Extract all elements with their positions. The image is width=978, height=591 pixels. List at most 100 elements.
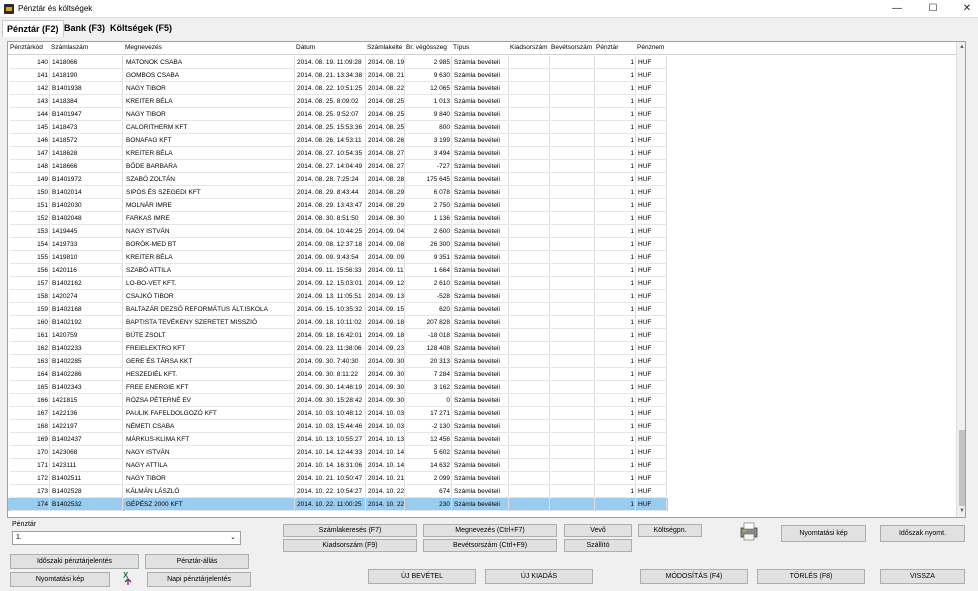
table-row[interactable]: 144 B1401947 NAGY TIBOR 2014. 08. 25. 9:52:…	[8, 108, 668, 121]
column-header[interactable]: Számlakelte	[367, 44, 405, 51]
cell-type: Számla bevételi	[453, 95, 509, 108]
cash-balance-button[interactable]: Pénztár-állás	[145, 554, 249, 569]
cell-expense-number	[510, 199, 550, 212]
column-header[interactable]: Bevétsorszám	[551, 44, 595, 51]
cell-expense-number	[510, 342, 550, 355]
cell-name: HESZEDIÉL KFT.	[125, 368, 295, 381]
cell-gross-total: -528	[406, 290, 452, 303]
table-row[interactable]: 173 B1402528 KÁLMÁN LÁSZLÓ 2014. 10. 22. 10…	[8, 485, 668, 498]
table-row[interactable]: 161 1420759 BÜTE ZSOLT 2014. 09. 18. 16:42:…	[8, 329, 668, 342]
cell-date: 2014. 09. 18. 10:11:02	[296, 316, 366, 329]
customer-button[interactable]: Vevő	[564, 524, 632, 537]
table-row[interactable]: 147 1418628 KREITER BÉLA 2014. 08. 27. 10:5…	[8, 147, 668, 160]
table-row[interactable]: 143 1418384 KREITER BÉLA 2014. 08. 25. 8:09…	[8, 95, 668, 108]
income-number-button[interactable]: Bevétsorszám (Ctrl+F9)	[423, 539, 557, 552]
scroll-down-icon[interactable]: ▼	[959, 508, 965, 514]
invoice-search-button[interactable]: Számlakeresés (F7)	[283, 524, 417, 537]
tab-bank[interactable]: Bank (F3)	[60, 20, 109, 37]
scroll-up-icon[interactable]: ▲	[959, 44, 965, 50]
table-row[interactable]: 169 B1402437 MÁRKUS-KLIMA KFT 2014. 10. 13.…	[8, 433, 668, 446]
printer-icon[interactable]	[738, 521, 760, 541]
table-row[interactable]: 168 1422197 NÉMETI CSABA 2014. 10. 03. 15:4…	[8, 420, 668, 433]
minimize-button[interactable]: —	[880, 0, 914, 18]
new-income-button[interactable]: ÚJ BEVÉTEL	[368, 569, 476, 584]
table-row[interactable]: 140 1418066 MATONOK CSABA 2014. 08. 19. 11:…	[8, 56, 668, 69]
table-row[interactable]: 160 B1402192 BAPTISTA TEVÉKENY SZERETET MI…	[8, 316, 668, 329]
new-expense-button[interactable]: ÚJ KIADÁS	[485, 569, 593, 584]
table-row[interactable]: 174 B1402532 GÉPÉSZ 2000 KFT 2014. 10. 22. …	[8, 498, 668, 511]
cell-name: SZABÓ ATTILA	[125, 264, 295, 277]
table-row[interactable]: 157 B1402162 LO-BO-VET KFT. 2014. 09. 12. 1…	[8, 277, 668, 290]
cell-invoice-date: 2014. 09. 30	[367, 368, 405, 381]
print-preview-button[interactable]: Nyomtatási kép	[781, 525, 866, 542]
column-header[interactable]: Br. végösszeg	[406, 44, 452, 51]
table-row[interactable]: 155 1419810 KREITER BÉLA 2014. 09. 09. 9:43…	[8, 251, 668, 264]
table-row[interactable]: 141 1418190 GOMBOS CSABA 2014. 08. 21. 13:3…	[8, 69, 668, 82]
excel-export-icon[interactable]: X	[122, 570, 134, 586]
vertical-scrollbar[interactable]: ▲ ▼	[956, 42, 965, 517]
table-row[interactable]: 149 B1401972 SZABÓ ZOLTÁN 2014. 08. 28. 7:2…	[8, 173, 668, 186]
table-row[interactable]: 163 B1402285 GERE ÉS TÁRSA KKT 2014. 09. 30…	[8, 355, 668, 368]
table-row[interactable]: 162 B1402233 FREIELEKTRO KFT 2014. 09. 23. …	[8, 342, 668, 355]
name-search-button[interactable]: Megnevezés (Ctrl+F7)	[423, 524, 557, 537]
supplier-button[interactable]: Szállító	[564, 539, 632, 552]
column-header[interactable]: Típus	[453, 44, 509, 51]
maximize-button[interactable]: ☐	[916, 0, 950, 18]
table-row[interactable]: 170 1423068 NAGY ISTVÁN 2014. 10. 14. 12:44…	[8, 446, 668, 459]
modify-button[interactable]: MÓDOSÍTÁS (F4)	[640, 569, 748, 584]
cell-expense-number	[510, 56, 550, 69]
tab-koltsegek[interactable]: Költségek (F5)	[106, 20, 176, 37]
column-header[interactable]: Pénznem	[637, 44, 667, 51]
column-header[interactable]: Pénztár	[596, 44, 636, 51]
cell-code: 143	[10, 95, 50, 108]
daily-report-button[interactable]: Napi pénztárjelentés	[147, 572, 251, 587]
period-report-button[interactable]: Időszaki pénztárjelentés	[10, 554, 139, 569]
table-row[interactable]: 164 B1402286 HESZEDIÉL KFT. 2014. 09. 30. 8…	[8, 368, 668, 381]
column-header[interactable]: Pénztárkód	[10, 44, 50, 51]
cell-name: BÜTE ZSOLT	[125, 329, 295, 342]
table-row[interactable]: 165 B1402343 FREE ENERGIE KFT 2014. 09. 30.…	[8, 381, 668, 394]
table-row[interactable]: 145 1418473 CALORITHERM KFT 2014. 08. 25. 1…	[8, 121, 668, 134]
cell-invoice-date: 2014. 08. 21	[367, 69, 405, 82]
cell-type: Számla bevételi	[453, 82, 509, 95]
table-row[interactable]: 151 B1402030 MOLNÁR IMRE 2014. 08. 29. 13:4…	[8, 199, 668, 212]
table-row[interactable]: 152 B1402048 FARKAS IMRE 2014. 08. 30. 8:51…	[8, 212, 668, 225]
table-row[interactable]: 154 1419733 BORÓK-MED BT 2014. 09. 08. 12:3…	[8, 238, 668, 251]
cell-invoice-number: B1402437	[51, 433, 123, 446]
penztar-select[interactable]: 1. ⌄	[12, 531, 241, 545]
cell-invoice-number: B1402285	[51, 355, 123, 368]
column-header[interactable]: Megnevezés	[125, 44, 295, 51]
close-button[interactable]: ✕	[950, 0, 978, 18]
table-row[interactable]: 166 1421815 RÓZSA PÉTERNÉ EV 2014. 09. 30. …	[8, 394, 668, 407]
table-row[interactable]: 156 1420116 SZABÓ ATTILA 2014. 09. 11. 15:5…	[8, 264, 668, 277]
table-row[interactable]: 146 1418572 BONAFAG KFT 2014. 08. 26. 14:53…	[8, 134, 668, 147]
cost-account-button[interactable]: Költségpn.	[638, 524, 702, 537]
cell-name: CALORITHERM KFT	[125, 121, 295, 134]
print-preview-bottom-button[interactable]: Nyomtatási kép	[10, 572, 110, 587]
delete-button[interactable]: TÖRLÉS (F8)	[757, 569, 865, 584]
period-print-button[interactable]: Időszak nyomt.	[880, 525, 965, 542]
table-row[interactable]: 153 1419445 NAGY ISTVÁN 2014. 09. 04. 10:44…	[8, 225, 668, 238]
cell-income-number	[551, 173, 595, 186]
column-header[interactable]: Számlaszám	[51, 44, 123, 51]
tab-penztar[interactable]: Pénztár (F2)	[2, 20, 64, 37]
table-row[interactable]: 148 1418666 BŐDE BARBARA 2014. 08. 27. 14:0…	[8, 160, 668, 173]
scroll-thumb[interactable]	[959, 430, 965, 506]
table-row[interactable]: 142 B1401938 NAGY TIBOR 2014. 08. 22. 10:51…	[8, 82, 668, 95]
table-row[interactable]: 171 1423111 NAGY ATTILA 2014. 10. 14. 16:31…	[8, 459, 668, 472]
column-header[interactable]: Dátum	[296, 44, 366, 51]
table-row[interactable]: 172 B1402511 NAGY TIBOR 2014. 10. 21. 10:50…	[8, 472, 668, 485]
cell-income-number	[551, 394, 595, 407]
table-row[interactable]: 159 B1402168 BALTAZÁR DEZSŐ REFORMÁTUS ÁLT…	[8, 303, 668, 316]
table-row[interactable]: 158 1420274 CSAJKÓ TIBOR 2014. 09. 13. 11:0…	[8, 290, 668, 303]
table-row[interactable]: 167 1422136 PAULIK FAFELDOLGOZÓ KFT 2014. 1…	[8, 407, 668, 420]
cash-register-grid[interactable]: Pénztárkód Számlaszám Megnevezés Dátum S…	[7, 41, 966, 518]
column-header[interactable]: Kiadsorszám	[510, 44, 550, 51]
back-button[interactable]: VISSZA	[880, 569, 965, 584]
cell-register: 1	[596, 472, 636, 485]
cell-register: 1	[596, 264, 636, 277]
cell-type: Számla bevételi	[453, 446, 509, 459]
table-row[interactable]: 150 B1402014 SIPOS ÉS SZEGEDI KFT 2014. 08.…	[8, 186, 668, 199]
expense-number-button[interactable]: Kiadsorszám (F9)	[283, 539, 417, 552]
cell-invoice-date: 2014. 08. 28	[367, 173, 405, 186]
